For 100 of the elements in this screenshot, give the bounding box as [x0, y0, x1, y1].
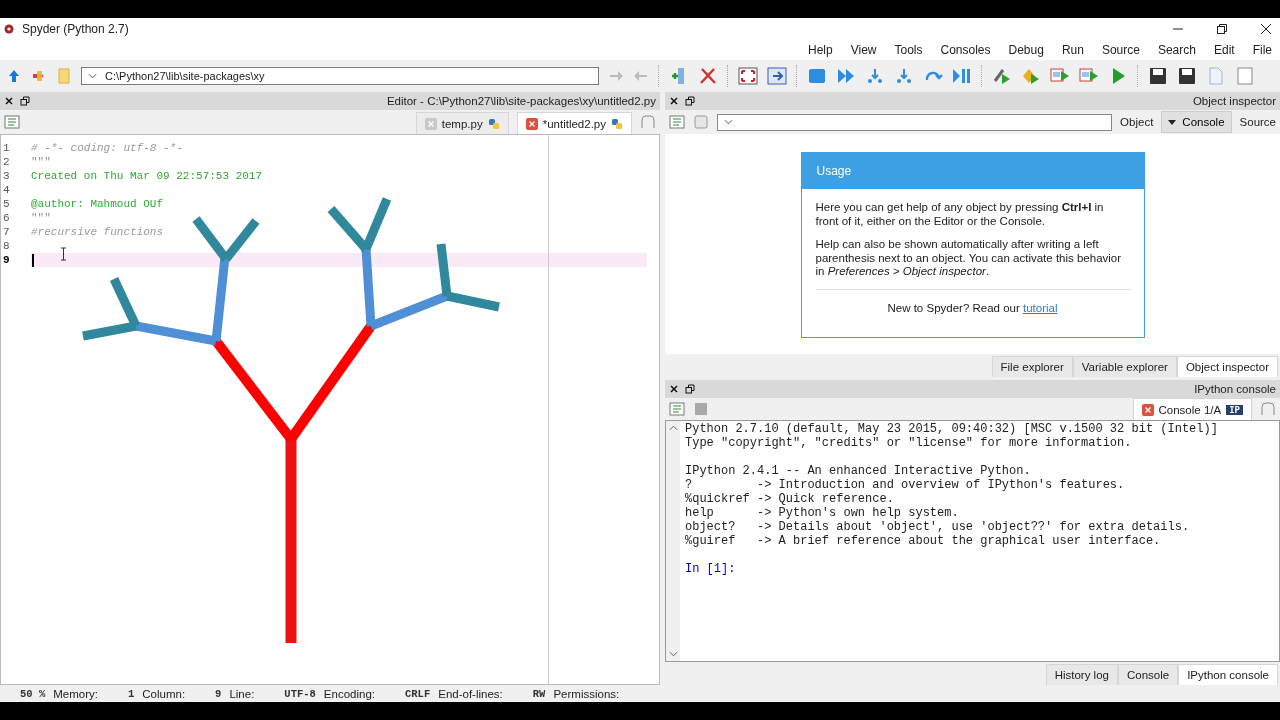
path-field[interactable]: C:\Python27\lib\site-packages\xy	[81, 67, 599, 85]
chevron-down-icon	[724, 119, 733, 125]
menu-item[interactable]: Run	[1061, 43, 1084, 57]
console-line: %guiref -> A brief reference about the graphical user interface.	[685, 534, 1161, 548]
outline-icon[interactable]	[4, 114, 20, 130]
pane-tab[interactable]: IPython console	[1178, 664, 1278, 685]
options-icon[interactable]	[669, 114, 685, 130]
fast-forward-icon[interactable]	[836, 66, 856, 86]
maximize-icon[interactable]	[738, 66, 758, 86]
menu-item[interactable]: Source	[1101, 43, 1140, 57]
new-file-icon[interactable]	[1235, 66, 1255, 86]
tab-menu-icon[interactable]	[1260, 401, 1276, 417]
tutorial-link[interactable]: tutorial	[1023, 301, 1058, 314]
line-number: 8	[3, 239, 11, 253]
status-value: UTF-8	[284, 687, 316, 700]
close-icon[interactable]	[1260, 23, 1272, 35]
scroll-up-icon[interactable]	[668, 425, 678, 431]
console-line: IPython 2.4.1 -- An enhanced Interactive Python.	[685, 464, 1031, 478]
undock-icon[interactable]	[685, 384, 695, 394]
menu-item[interactable]: Search	[1157, 43, 1196, 57]
pane-title: Editor - C:\Python27\lib\site-packages\xy\untitled2.py	[386, 95, 656, 107]
file-tab[interactable]: temp.py	[415, 112, 509, 134]
pane-title: IPython console	[1194, 383, 1276, 395]
stop-icon[interactable]	[693, 401, 709, 417]
scroll-down-icon[interactable]	[668, 651, 678, 657]
restore-icon[interactable]	[1216, 23, 1228, 35]
console-line: object? -> Details about 'object', use 'object??' for extra details.	[685, 520, 1190, 534]
line-number: 9	[3, 253, 11, 267]
caret-icon	[1168, 119, 1177, 125]
menu-item[interactable]: Consoles	[940, 43, 991, 57]
close-tab-icon[interactable]	[424, 117, 437, 130]
line-number: 5	[3, 197, 11, 211]
forward-arrow-icon[interactable]	[608, 68, 624, 84]
stop-icon[interactable]	[807, 66, 827, 86]
close-tab-icon[interactable]	[1141, 403, 1154, 416]
undock-icon[interactable]	[20, 96, 30, 106]
menu-item[interactable]: Edit	[1213, 43, 1235, 57]
code-line: # -*- coding: utf-8 -*-	[31, 141, 183, 155]
code-line: #recursive functions	[31, 225, 164, 239]
text-cursor-icon	[60, 247, 67, 261]
pane-tab[interactable]: Console	[1117, 664, 1179, 685]
object-field[interactable]	[717, 113, 1113, 131]
pane-tab[interactable]: Object inspector	[1176, 356, 1278, 377]
console-line: help -> Python's own help system.	[685, 506, 959, 520]
menu-item[interactable]: View	[850, 43, 877, 57]
step-into-icon[interactable]	[894, 66, 914, 86]
path-text: C:\Python27\lib\site-packages\xy	[105, 70, 265, 82]
console-output[interactable]	[665, 420, 1280, 662]
menu-item[interactable]: Tools	[894, 43, 923, 57]
console-line: Python 2.7.10 (default, May 23 2015, 09:40:32) [MSC v.1500 32 bit (Intel)]	[685, 422, 1218, 436]
step-icon[interactable]	[865, 66, 885, 86]
code-line: @author: Mahmoud OUf	[31, 197, 164, 211]
source-label: Source	[1239, 116, 1276, 128]
undock-icon[interactable]	[685, 96, 695, 106]
save-icon[interactable]	[1177, 66, 1197, 86]
console-line: Type "copyright", "credits" or "license" for more information.	[685, 436, 1132, 450]
pane-tab[interactable]: Variable explorer	[1072, 356, 1177, 377]
code-line: """	[31, 155, 51, 169]
text-cursor	[32, 253, 34, 267]
console-line: %quickref -> Quick reference.	[685, 492, 894, 506]
file-tab[interactable]: *untitled2.py	[516, 112, 632, 134]
status-label: Line:	[229, 687, 255, 700]
status-value: 50 %	[20, 687, 46, 700]
line-number: 4	[3, 183, 11, 197]
status-value: RW	[532, 687, 546, 700]
status-label: Column:	[142, 687, 186, 700]
pane-tab[interactable]: File explorer	[991, 356, 1073, 377]
ipython-badge: IP	[1226, 404, 1243, 415]
line-number: 2	[3, 155, 11, 169]
close-tab-icon[interactable]	[525, 117, 538, 130]
status-label: Permissions:	[553, 687, 620, 700]
menu-item[interactable]: Debug	[1008, 43, 1044, 57]
status-label: Memory:	[53, 687, 98, 700]
up-arrow-icon[interactable]	[6, 68, 22, 84]
spyder-logo-icon	[4, 24, 14, 34]
play-pause-icon[interactable]	[952, 66, 972, 86]
chevron-down-icon	[88, 73, 97, 79]
status-value: 1	[127, 687, 135, 700]
usage-heading: Usage	[801, 153, 1144, 189]
tab-menu-icon[interactable]	[640, 114, 656, 130]
source-dropdown[interactable]: Console	[1161, 111, 1232, 133]
console-prompt: In [1]:	[685, 562, 736, 576]
close-icon[interactable]	[669, 96, 679, 106]
status-label: Encoding:	[323, 687, 375, 700]
configure-run-icon[interactable]	[992, 66, 1012, 86]
usage-footer: New to Spyder? Read our tutorial	[815, 301, 1130, 315]
console-tab[interactable]: Console 1/A IP	[1132, 398, 1252, 420]
menu-item[interactable]: Help	[808, 43, 833, 57]
pane-tab[interactable]: History log	[1045, 664, 1118, 685]
options-icon[interactable]	[669, 401, 685, 417]
console-line: ? -> Introduction and overview of IPython's features.	[685, 478, 1125, 492]
status-value: 9	[215, 687, 222, 700]
code-editor[interactable]: 1 2 3 4 5 6 7 8 9 # -*- coding: utf-8 -*- """ Created on Thu Mar 09 22:57:53 2017 @author: Mahmoud OUf """ #recursive functions	[0, 134, 660, 685]
close-icon[interactable]	[669, 384, 679, 394]
close-icon[interactable]	[4, 96, 14, 106]
window-title: Spyder (Python 2.7)	[22, 22, 129, 36]
save-all-icon[interactable]	[1148, 66, 1168, 86]
pane-title: Object inspector	[1192, 95, 1276, 107]
object-label: Object	[1120, 116, 1154, 128]
menu-item[interactable]: File	[1252, 43, 1272, 57]
